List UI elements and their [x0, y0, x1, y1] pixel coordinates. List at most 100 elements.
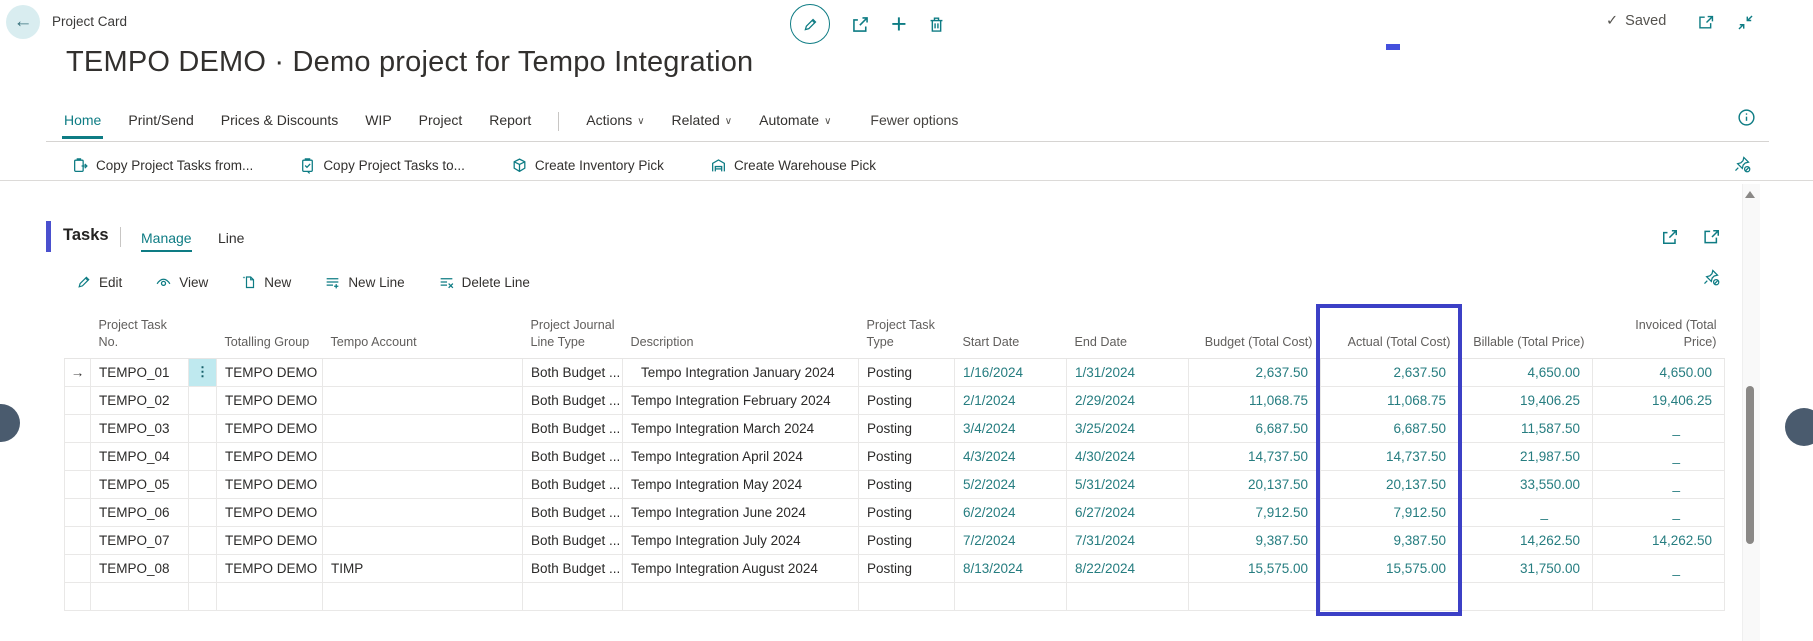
next-record-button[interactable] — [1785, 408, 1813, 446]
back-button[interactable]: ← — [6, 5, 40, 39]
cell-line-type[interactable]: Both Budget ... — [523, 554, 623, 582]
tab-project[interactable]: Project — [419, 112, 463, 130]
col-project-task-no[interactable]: Project Task No. — [91, 308, 189, 358]
cell-task-type[interactable]: Posting — [859, 414, 955, 442]
cell-description[interactable]: Tempo Integration February 2024 — [623, 386, 859, 414]
cell-task-no[interactable]: TEMPO_06 — [91, 498, 189, 526]
cell-line-type[interactable]: Both Budget ... — [523, 498, 623, 526]
cell-description[interactable]: Tempo Integration April 2024 — [623, 442, 859, 470]
open-tasks-in-window-button[interactable] — [1702, 227, 1722, 247]
cell-budget[interactable]: 11,068.75 — [1189, 386, 1321, 414]
cell-start-date[interactable]: 8/13/2024 — [955, 554, 1067, 582]
cell-start-date[interactable]: 2/1/2024 — [955, 386, 1067, 414]
cell-task-no[interactable]: TEMPO_07 — [91, 526, 189, 554]
create-warehouse-pick-button[interactable]: Create Warehouse Pick — [710, 157, 876, 174]
cell-actual[interactable]: 11,068.75 — [1321, 386, 1459, 414]
cell-budget[interactable]: 20,137.50 — [1189, 470, 1321, 498]
cell-task-type[interactable]: Posting — [859, 386, 955, 414]
new-line-button[interactable]: New Line — [324, 274, 404, 291]
col-actual[interactable]: Actual (Total Cost) — [1321, 308, 1459, 358]
cell-billable[interactable]: 19,406.25 — [1459, 386, 1593, 414]
cell-task-no[interactable]: TEMPO_08 — [91, 554, 189, 582]
cell-task-type[interactable]: Posting — [859, 526, 955, 554]
cell-budget[interactable]: 9,387.50 — [1189, 526, 1321, 554]
edit-button[interactable] — [790, 4, 830, 44]
cell-line-type[interactable]: Both Budget ... — [523, 526, 623, 554]
cell-start-date[interactable]: 5/2/2024 — [955, 470, 1067, 498]
cell-description[interactable]: Tempo Integration May 2024 — [623, 470, 859, 498]
cell-billable[interactable]: _ — [1459, 498, 1593, 526]
menu-automate[interactable]: Automate∨ — [759, 112, 831, 130]
cell-line-type[interactable]: Both Budget ... — [523, 470, 623, 498]
cell-invoiced[interactable]: _ — [1593, 498, 1725, 526]
new-document-button[interactable]: New — [241, 274, 291, 290]
copy-project-tasks-from-button[interactable]: Copy Project Tasks from... — [72, 157, 253, 174]
cell-tempo-account[interactable] — [323, 442, 523, 470]
col-line-type[interactable]: Project Journal Line Type — [523, 308, 623, 358]
cell-budget[interactable]: 7,912.50 — [1189, 498, 1321, 526]
cell-description[interactable]: Tempo Integration August 2024 — [623, 554, 859, 582]
cell-budget[interactable]: 2,637.50 — [1189, 358, 1321, 386]
cell-description[interactable]: Tempo Integration June 2024 — [623, 498, 859, 526]
cell-end-date[interactable]: 5/31/2024 — [1067, 470, 1189, 498]
cell-totalling-group[interactable]: TEMPO DEMO — [217, 470, 323, 498]
cell-end-date[interactable]: 2/29/2024 — [1067, 386, 1189, 414]
cell-totalling-group[interactable]: TEMPO DEMO — [217, 554, 323, 582]
cell-tempo-account[interactable] — [323, 386, 523, 414]
cell-actual[interactable]: 14,737.50 — [1321, 442, 1459, 470]
tab-line[interactable]: Line — [218, 230, 244, 246]
col-start-date[interactable]: Start Date — [955, 308, 1067, 358]
cell-task-no[interactable]: TEMPO_02 — [91, 386, 189, 414]
cell-description[interactable]: Tempo Integration March 2024 — [623, 414, 859, 442]
cell-invoiced[interactable]: _ — [1593, 554, 1725, 582]
cell-totalling-group[interactable]: TEMPO DEMO — [217, 442, 323, 470]
cell-totalling-group[interactable]: TEMPO DEMO — [217, 498, 323, 526]
col-task-type[interactable]: Project Task Type — [859, 308, 955, 358]
cell-actual[interactable]: 6,687.50 — [1321, 414, 1459, 442]
cell-invoiced[interactable]: 14,262.50 — [1593, 526, 1725, 554]
cell-tempo-account[interactable]: TIMP — [323, 554, 523, 582]
tab-manage[interactable]: Manage — [141, 230, 192, 246]
share-tasks-button[interactable] — [1660, 227, 1680, 247]
cell-end-date[interactable]: 3/25/2024 — [1067, 414, 1189, 442]
cell-task-type[interactable]: Posting — [859, 358, 955, 386]
cell-start-date[interactable]: 3/4/2024 — [955, 414, 1067, 442]
cell-invoiced[interactable]: _ — [1593, 442, 1725, 470]
cell-totalling-group[interactable]: TEMPO DEMO — [217, 358, 323, 386]
cell-invoiced[interactable]: 4,650.00 — [1593, 358, 1725, 386]
cell-billable[interactable]: 31,750.00 — [1459, 554, 1593, 582]
cell-line-type[interactable]: Both Budget ... — [523, 386, 623, 414]
cell-tempo-account[interactable] — [323, 358, 523, 386]
cell-billable[interactable]: 4,650.00 — [1459, 358, 1593, 386]
cell-start-date[interactable]: 1/16/2024 — [955, 358, 1067, 386]
cell-totalling-group[interactable]: TEMPO DEMO — [217, 386, 323, 414]
cell-tempo-account[interactable] — [323, 414, 523, 442]
col-end-date[interactable]: End Date — [1067, 308, 1189, 358]
cell-billable[interactable]: 11,587.50 — [1459, 414, 1593, 442]
scroll-up-arrow[interactable] — [1745, 191, 1755, 198]
cell-task-type[interactable]: Posting — [859, 442, 955, 470]
col-billable[interactable]: Billable (Total Price) — [1459, 308, 1593, 358]
cell-start-date[interactable]: 4/3/2024 — [955, 442, 1067, 470]
cell-end-date[interactable]: 6/27/2024 — [1067, 498, 1189, 526]
cell-budget[interactable]: 6,687.50 — [1189, 414, 1321, 442]
cell-task-no[interactable]: TEMPO_03 — [91, 414, 189, 442]
unpin-grid-toolbar-button[interactable] — [1702, 268, 1720, 286]
cell-billable[interactable]: 21,987.50 — [1459, 442, 1593, 470]
edit-line-button[interactable]: Edit — [76, 274, 122, 290]
cell-end-date[interactable]: 8/22/2024 — [1067, 554, 1189, 582]
tab-print-send[interactable]: Print/Send — [128, 112, 193, 130]
view-line-button[interactable]: View — [155, 274, 208, 291]
fewer-options-button[interactable]: Fewer options — [870, 112, 958, 130]
cell-task-no[interactable]: TEMPO_01 — [91, 358, 189, 386]
cell-billable[interactable]: 33,550.00 — [1459, 470, 1593, 498]
menu-related[interactable]: Related∨ — [672, 112, 733, 130]
row-options-button[interactable]: ⋮ — [189, 358, 217, 386]
cell-actual[interactable]: 2,637.50 — [1321, 358, 1459, 386]
previous-record-button[interactable] — [0, 404, 20, 442]
cell-line-type[interactable]: Both Budget ... — [523, 358, 623, 386]
cell-description[interactable]: Tempo Integration January 2024 — [623, 358, 859, 386]
cell-task-type[interactable]: Posting — [859, 470, 955, 498]
cell-invoiced[interactable]: 19,406.25 — [1593, 386, 1725, 414]
cell-tempo-account[interactable] — [323, 470, 523, 498]
